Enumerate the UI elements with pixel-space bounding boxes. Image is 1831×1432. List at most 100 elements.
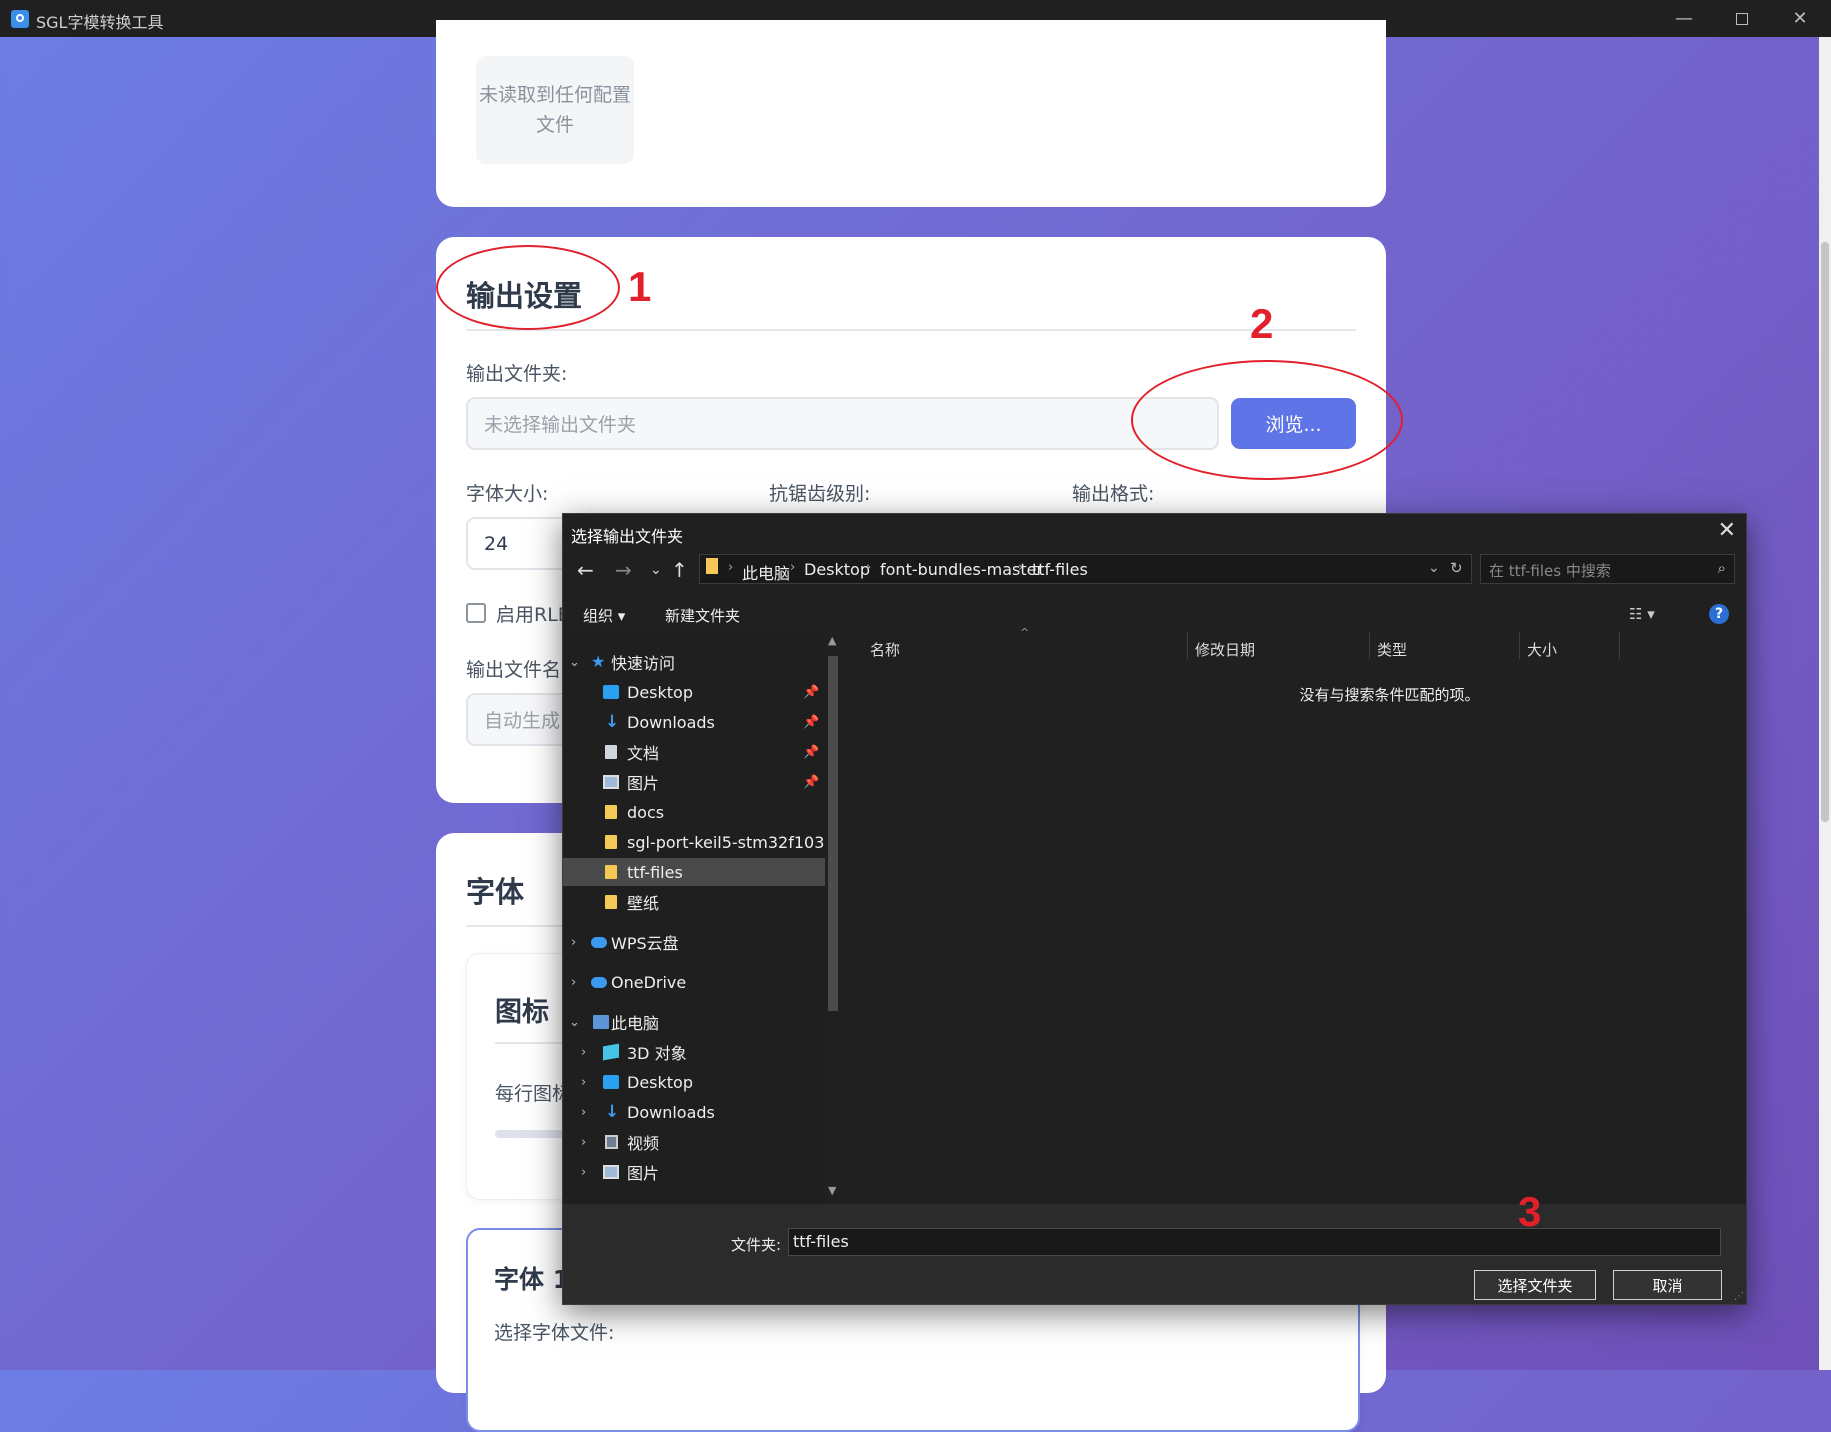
minimize-button[interactable]: — [1655,0,1713,37]
nav-wps-cloud[interactable]: › WPS云盘 [563,928,825,956]
folder-icon [605,865,617,879]
empty-results-message: 没有与搜索条件匹配的项。 [1299,686,1480,704]
address-dropdown-icon[interactable]: ⌄ [1428,560,1440,576]
config-card: 未读取到任何配置文件 [436,20,1386,207]
chevron-down-icon: ⌄ [569,654,580,670]
rle-checkbox[interactable] [466,603,486,623]
page-scrollbar-thumb[interactable] [1821,242,1829,822]
pin-icon: 📌 [803,714,820,730]
onedrive-icon [591,976,607,988]
chevron-right-icon: › [581,1164,587,1180]
icon-card-title: 图标 [495,997,549,1028]
output-format-label: 输出格式: [1072,483,1155,505]
rle-label: 启用RLE [496,604,570,626]
nav-item-documents[interactable]: 文档 📌 [563,738,825,766]
column-date[interactable]: 修改日期 [1195,639,1255,660]
output-folder-input[interactable]: 未选择输出文件夹 [466,397,1219,450]
nav-item-sgl-port[interactable]: sgl-port-keil5-stm32f103 [563,828,825,856]
scroll-up-icon[interactable]: ▲ [828,634,836,647]
font-1-title: 字体 1 [494,1265,571,1294]
nav-item-docs[interactable]: docs [563,798,825,826]
nav-this-pc[interactable]: ⌄ 此电脑 [563,1008,825,1036]
recent-locations-icon[interactable]: ⌄ [650,562,662,578]
navigation-pane: ⌄ ★ 快速访问 Desktop 📌 ↓ Downloads 📌 文档 📌 图片… [563,632,825,1204]
column-name[interactable]: 名称 [870,639,900,660]
select-folder-dialog: 选择输出文件夹 ✕ ← → ⌄ ↑ › 此电脑 › Desktop › font… [562,513,1747,1305]
column-size[interactable]: 大小 [1527,639,1557,660]
annotation-number-2: 2 [1250,300,1274,347]
annotation-number-1: 1 [628,263,652,310]
cloud-icon [591,936,607,948]
view-options-icon[interactable]: ☷ ▾ [1629,605,1655,623]
nav-item-wallpaper[interactable]: 壁纸 [563,888,825,916]
chevron-down-icon: ⌄ [569,1014,580,1030]
help-icon[interactable]: ? [1709,604,1729,624]
folder-field-input[interactable]: ttf-files [788,1228,1721,1256]
output-folder-label: 输出文件夹: [466,363,568,385]
folder-icon [706,558,718,574]
document-icon [605,745,617,759]
breadcrumb-desktop[interactable]: Desktop [804,560,870,579]
refresh-icon[interactable]: ↻ [1450,559,1463,577]
back-button[interactable]: ← [577,558,594,582]
maximize-button[interactable] [1713,0,1771,37]
sort-ascending-icon: ^ [1020,626,1030,639]
breadcrumb-this-pc[interactable]: 此电脑 [742,560,790,584]
cancel-button[interactable]: 取消 [1613,1270,1722,1300]
forward-button[interactable]: → [615,558,632,582]
nav-onedrive[interactable]: › OneDrive [563,968,825,996]
new-folder-button[interactable]: 新建文件夹 [665,605,740,626]
scroll-down-icon[interactable]: ▼ [828,1184,836,1197]
annotation-number-3: 3 [1518,1188,1542,1235]
column-type[interactable]: 类型 [1377,639,1407,660]
download-icon: ↓ [605,712,620,732]
maximize-icon [1736,12,1748,25]
font-section-title: 字体 [466,875,525,909]
nav-pc-desktop[interactable]: › Desktop [563,1068,825,1096]
breadcrumb-ttf-files[interactable]: ttf-files [1032,560,1088,579]
nav-pc-pictures[interactable]: › 图片 [563,1158,825,1186]
nav-pc-videos[interactable]: › 视频 [563,1128,825,1156]
chevron-right-icon: › [581,1104,587,1120]
antialias-label: 抗锯齿级别: [769,483,871,505]
nav-pc-3d-objects[interactable]: › 3D 对象 [563,1038,825,1066]
nav-item-ttf-files[interactable]: ttf-files [563,858,825,886]
column-separator[interactable] [1369,632,1370,659]
column-separator[interactable] [1187,632,1188,659]
picture-icon [603,775,619,789]
nav-pane-scrollbar[interactable]: ▲ ▼ [825,632,841,1204]
dialog-close-button[interactable]: ✕ [1718,518,1736,543]
chevron-right-icon: › [581,1134,587,1150]
address-bar[interactable]: › 此电脑 › Desktop › font-bundles-master › … [699,554,1472,584]
dialog-title: 选择输出文件夹 [571,527,684,546]
chevron-right-icon: › [581,1044,587,1060]
chevron-right-icon: › [581,1074,587,1090]
3d-objects-icon [603,1043,619,1061]
organize-menu[interactable]: 组织 ▾ [583,605,625,626]
chevron-right-icon: › [571,934,577,950]
nav-quick-access[interactable]: ⌄ ★ 快速访问 [563,648,825,676]
folder-icon [605,835,617,849]
folder-icon [605,895,617,909]
page-scrollbar[interactable] [1819,37,1831,1370]
pin-icon: 📌 [803,774,820,790]
nav-pc-downloads[interactable]: › ↓ Downloads [563,1098,825,1126]
close-window-button[interactable]: ✕ [1771,0,1829,37]
nav-scrollbar-thumb[interactable] [828,656,838,1011]
resize-grip-icon[interactable]: ⋰ [1734,1291,1744,1302]
select-font-label: 选择字体文件: [494,1322,615,1344]
column-separator[interactable] [1519,632,1520,659]
up-button[interactable]: ↑ [671,558,688,582]
annotation-circle-2 [1131,360,1403,480]
star-icon: ★ [591,652,606,671]
column-separator[interactable] [1619,632,1620,659]
config-empty-placeholder: 未读取到任何配置文件 [476,56,634,164]
select-folder-button[interactable]: 选择文件夹 [1474,1270,1596,1300]
nav-item-pictures[interactable]: 图片 📌 [563,768,825,796]
annotation-circle-1 [436,245,620,330]
window-title: SGL字模转换工具 [36,13,164,32]
font-size-label: 字体大小: [466,483,549,505]
search-input[interactable]: 在 ttf-files 中搜索 ⌕ [1480,554,1735,584]
nav-item-downloads[interactable]: ↓ Downloads 📌 [563,708,825,736]
video-icon [605,1135,618,1149]
